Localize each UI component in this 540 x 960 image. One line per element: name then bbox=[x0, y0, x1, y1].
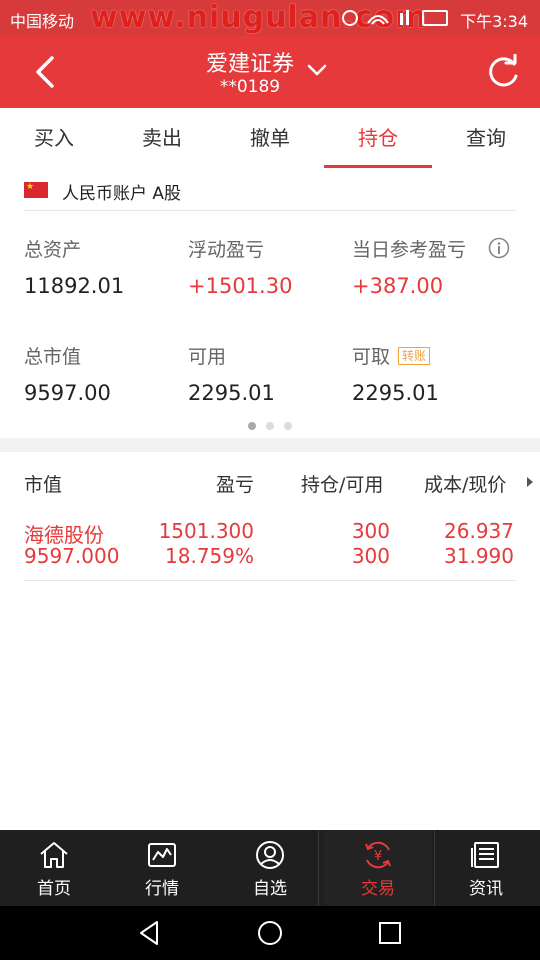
account-selector[interactable]: ★ 人民币账户 A股 bbox=[24, 170, 516, 211]
system-back-icon[interactable] bbox=[137, 920, 163, 946]
info-icon[interactable] bbox=[488, 237, 510, 259]
news-icon bbox=[471, 842, 499, 868]
tab-cancel-order[interactable]: 撤单 bbox=[216, 108, 324, 168]
system-navigation-bar bbox=[0, 906, 540, 960]
nav-trade-label: 交易 bbox=[361, 879, 395, 899]
broker-title[interactable]: 爱建证券 bbox=[0, 46, 500, 78]
nav-news-label: 资讯 bbox=[469, 879, 503, 899]
tab-positions[interactable]: 持仓 bbox=[324, 108, 432, 168]
column-position: 持仓/可用 bbox=[301, 474, 384, 496]
market-chart-icon bbox=[148, 843, 176, 867]
chevron-down-icon[interactable] bbox=[306, 62, 328, 78]
nav-divider bbox=[318, 830, 319, 906]
stock-cost: 26.937 bbox=[444, 519, 514, 543]
stock-available: 300 bbox=[351, 544, 390, 568]
total-assets-value: 11892.01 bbox=[24, 274, 125, 298]
floating-pl-value: +1501.30 bbox=[188, 274, 293, 298]
carrier-name: 中国移动 bbox=[10, 12, 75, 31]
tab-sell[interactable]: 卖出 bbox=[108, 108, 216, 168]
stock-position: 300 bbox=[351, 519, 390, 543]
app-header: 爱建证券 **0189 bbox=[0, 36, 540, 108]
system-recents-icon[interactable] bbox=[377, 920, 403, 946]
stock-pl: 1501.300 bbox=[158, 519, 254, 543]
stock-price: 31.990 bbox=[444, 544, 514, 568]
nav-home[interactable]: 首页 bbox=[0, 830, 108, 906]
section-divider bbox=[0, 438, 540, 452]
available-funds-label: 可用 bbox=[188, 346, 227, 368]
market-value-value: 9597.00 bbox=[24, 381, 111, 405]
table-row[interactable]: 海德股份 9597.000 1501.300 18.759% 300 300 2… bbox=[0, 515, 540, 581]
holdings-header: 市值 盈亏 持仓/可用 成本/现价 bbox=[0, 456, 540, 506]
system-home-icon[interactable] bbox=[257, 920, 283, 946]
floating-pl-label: 浮动盈亏 bbox=[188, 239, 265, 261]
nav-home-label: 首页 bbox=[37, 879, 71, 899]
account-number: **0189 bbox=[219, 77, 281, 97]
stock-market-value: 9597.000 bbox=[24, 544, 120, 568]
market-value-label: 总市值 bbox=[24, 346, 82, 368]
available-funds-value: 2295.01 bbox=[188, 381, 275, 405]
battery-icon bbox=[422, 10, 448, 26]
total-assets: 总资产 11892.01 bbox=[24, 235, 124, 298]
china-flag-icon: ★ bbox=[24, 182, 48, 198]
stock-pl-percent: 18.759% bbox=[165, 544, 254, 568]
transfer-badge-button[interactable]: 转账 bbox=[398, 347, 431, 365]
account-type-label: 人民币账户 A股 bbox=[62, 184, 182, 204]
nav-watchlist-label: 自选 bbox=[253, 879, 287, 899]
svg-text:¥: ¥ bbox=[374, 849, 382, 864]
nav-watchlist[interactable]: 自选 bbox=[216, 830, 324, 906]
clock-time: 下午3:34 bbox=[460, 12, 528, 31]
column-market-value: 市值 bbox=[24, 474, 63, 496]
nav-market[interactable]: 行情 bbox=[108, 830, 216, 906]
tab-buy[interactable]: 买入 bbox=[0, 108, 108, 168]
nav-news[interactable]: 资讯 bbox=[432, 830, 540, 906]
user-circle-icon bbox=[256, 841, 284, 869]
withdrawable-value: 2295.01 bbox=[352, 381, 439, 405]
withdrawable-funds: 可取 转账 2295.01 bbox=[352, 342, 439, 405]
column-cost-price: 成本/现价 bbox=[424, 474, 507, 496]
page-dot bbox=[266, 422, 274, 430]
status-bar: 中国移动 www.niugulan.com 下午3:34 bbox=[0, 0, 540, 36]
bottom-navigation: 首页 行情 自选 ¥ 交易 资讯 bbox=[0, 830, 540, 906]
floating-pl: 浮动盈亏 +1501.30 bbox=[188, 235, 292, 298]
market-value: 总市值 9597.00 bbox=[24, 342, 111, 405]
column-pl: 盈亏 bbox=[216, 474, 255, 496]
daily-pl-value: +387.00 bbox=[352, 274, 444, 298]
withdrawable-label: 可取 bbox=[352, 346, 391, 368]
yuan-exchange-icon: ¥ bbox=[365, 841, 391, 869]
page-dot bbox=[284, 422, 292, 430]
nav-trade[interactable]: ¥ 交易 bbox=[324, 830, 432, 906]
total-assets-label: 总资产 bbox=[24, 239, 82, 261]
page-indicator bbox=[248, 422, 298, 432]
page-dot bbox=[248, 422, 256, 430]
available-funds: 可用 2295.01 bbox=[188, 342, 275, 405]
home-icon bbox=[40, 842, 68, 868]
scroll-right-arrow-icon[interactable] bbox=[526, 477, 534, 487]
row-divider bbox=[24, 580, 516, 581]
trade-tabs: 买入 卖出 撤单 持仓 查询 bbox=[0, 108, 540, 168]
tab-query[interactable]: 查询 bbox=[432, 108, 540, 168]
refresh-icon[interactable] bbox=[484, 54, 522, 92]
nav-market-label: 行情 bbox=[145, 879, 179, 899]
daily-pl: 当日参考盈亏 +387.00 bbox=[352, 235, 466, 298]
daily-pl-label: 当日参考盈亏 bbox=[352, 239, 467, 261]
